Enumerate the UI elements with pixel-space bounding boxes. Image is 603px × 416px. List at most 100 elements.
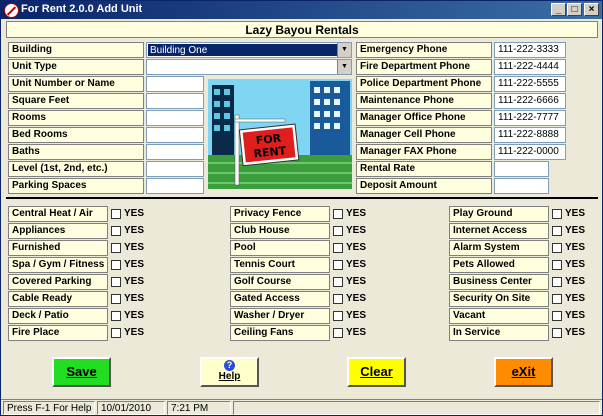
- status-bar: Press F-1 For Help 10/01/2010 7:21 PM: [1, 399, 602, 416]
- section-divider: [6, 197, 598, 199]
- security-on-site-yes-label: YES: [565, 293, 586, 304]
- internet-access-label: Internet Access: [449, 223, 549, 239]
- play-ground-checkbox[interactable]: [552, 209, 562, 219]
- alarm-system-yes-label: YES: [565, 242, 586, 253]
- unit-number-or-name-input[interactable]: [146, 76, 204, 92]
- security-on-site-checkbox[interactable]: [552, 294, 562, 304]
- appliances-checkbox[interactable]: [111, 226, 121, 236]
- fire-department-phone-input[interactable]: 111-222-4444: [494, 59, 566, 75]
- in-service-checkbox[interactable]: [552, 328, 562, 338]
- help-button-label: Help: [218, 371, 241, 382]
- vacant-checkbox[interactable]: [552, 311, 562, 321]
- unit-type-dropdown[interactable]: ▼: [146, 59, 352, 75]
- parking-spaces-input[interactable]: [146, 178, 204, 194]
- close-button[interactable]: ×: [584, 3, 599, 16]
- fire-place-label: Fire Place: [8, 325, 108, 341]
- internet-access-checkbox[interactable]: [552, 226, 562, 236]
- cable-ready-yes-label: YES: [124, 293, 145, 304]
- clear-button-label: Clear: [360, 364, 393, 379]
- golf-course-yes-label: YES: [346, 276, 367, 287]
- status-empty-panel: [233, 401, 600, 415]
- chevron-down-icon[interactable]: ▼: [337, 60, 351, 74]
- tennis-court-checkbox[interactable]: [333, 260, 343, 270]
- spa-gym-fitness-yes-label: YES: [124, 259, 145, 270]
- exit-button[interactable]: eXit: [494, 357, 553, 387]
- cable-ready-label: Cable Ready: [8, 291, 108, 307]
- manager-fax-phone-input[interactable]: 111-222-0000: [494, 144, 566, 160]
- spa-gym-fitness-checkbox[interactable]: [111, 260, 121, 270]
- manager-office-phone-label: Manager Office Phone: [356, 110, 492, 126]
- furnished-checkbox[interactable]: [111, 243, 121, 253]
- club-house-yes-label: YES: [346, 225, 367, 236]
- central-heat-air-checkbox[interactable]: [111, 209, 121, 219]
- baths-label: Baths: [8, 144, 144, 160]
- business-center-label: Business Center: [449, 274, 549, 290]
- club-house-label: Club House: [230, 223, 330, 239]
- furnished-label: Furnished: [8, 240, 108, 256]
- alarm-system-label: Alarm System: [449, 240, 549, 256]
- emergency-phone-label: Emergency Phone: [356, 42, 492, 58]
- gated-access-checkbox[interactable]: [333, 294, 343, 304]
- baths-input[interactable]: [146, 144, 204, 160]
- cable-ready-checkbox[interactable]: [111, 294, 121, 304]
- deposit-amount-input[interactable]: [494, 178, 549, 194]
- alarm-system-checkbox[interactable]: [552, 243, 562, 253]
- building-label: Building: [8, 42, 144, 58]
- pool-checkbox[interactable]: [333, 243, 343, 253]
- clear-button[interactable]: Clear: [347, 357, 406, 387]
- manager-office-phone-input[interactable]: 111-222-7777: [494, 110, 566, 126]
- tennis-court-yes-label: YES: [346, 259, 367, 270]
- rental-rate-label: Rental Rate: [356, 161, 492, 177]
- furnished-yes-label: YES: [124, 242, 145, 253]
- play-ground-yes-label: YES: [565, 208, 586, 219]
- maximize-button[interactable]: □: [567, 3, 582, 16]
- minimize-button[interactable]: _: [551, 3, 566, 16]
- central-heat-air-yes-label: YES: [124, 208, 145, 219]
- in-service-yes-label: YES: [565, 327, 586, 338]
- fire-place-checkbox[interactable]: [111, 328, 121, 338]
- fire-place-yes-label: YES: [124, 327, 145, 338]
- ceiling-fans-checkbox[interactable]: [333, 328, 343, 338]
- emergency-phone-input[interactable]: 111-222-3333: [494, 42, 566, 58]
- help-button[interactable]: ? Help: [200, 357, 259, 387]
- washer-dryer-label: Washer / Dryer: [230, 308, 330, 324]
- club-house-checkbox[interactable]: [333, 226, 343, 236]
- status-help-text: Press F-1 For Help: [3, 401, 95, 415]
- status-date: 10/01/2010: [97, 401, 165, 415]
- ceiling-fans-yes-label: YES: [346, 327, 367, 338]
- building-value: Building One: [148, 44, 337, 56]
- covered-parking-yes-label: YES: [124, 276, 145, 287]
- unit-type-value: [148, 61, 337, 73]
- maintenance-phone-input[interactable]: 111-222-6666: [494, 93, 566, 109]
- manager-cell-phone-label: Manager Cell Phone: [356, 127, 492, 143]
- main-window: For Rent 2.0.0 Add Unit _ □ × Lazy Bayou…: [0, 0, 603, 416]
- manager-fax-phone-label: Manager FAX Phone: [356, 144, 492, 160]
- help-question-icon: ?: [224, 360, 235, 371]
- chevron-down-icon[interactable]: ▼: [337, 43, 351, 57]
- no-sign-app-icon: [4, 3, 19, 18]
- rooms-input[interactable]: [146, 110, 204, 126]
- fire-department-phone-label: Fire Department Phone: [356, 59, 492, 75]
- square-feet-input[interactable]: [146, 93, 204, 109]
- building-dropdown[interactable]: Building One ▼: [146, 42, 352, 58]
- security-on-site-label: Security On Site: [449, 291, 549, 307]
- police-department-phone-input[interactable]: 111-222-5555: [494, 76, 566, 92]
- deck-patio-checkbox[interactable]: [111, 311, 121, 321]
- save-button[interactable]: Save: [52, 357, 111, 387]
- gated-access-label: Gated Access: [230, 291, 330, 307]
- unit-number-or-name-label: Unit Number or Name: [8, 76, 144, 92]
- golf-course-checkbox[interactable]: [333, 277, 343, 287]
- in-service-label: In Service: [449, 325, 549, 341]
- pets-allowed-checkbox[interactable]: [552, 260, 562, 270]
- washer-dryer-checkbox[interactable]: [333, 311, 343, 321]
- golf-course-label: Golf Course: [230, 274, 330, 290]
- rental-rate-input[interactable]: [494, 161, 549, 177]
- manager-cell-phone-input[interactable]: 111-222-8888: [494, 127, 566, 143]
- privacy-fence-checkbox[interactable]: [333, 209, 343, 219]
- vacant-label: Vacant: [449, 308, 549, 324]
- pool-yes-label: YES: [346, 242, 367, 253]
- bed-rooms-input[interactable]: [146, 127, 204, 143]
- level-1st-2nd-etc-input[interactable]: [146, 161, 204, 177]
- covered-parking-checkbox[interactable]: [111, 277, 121, 287]
- business-center-checkbox[interactable]: [552, 277, 562, 287]
